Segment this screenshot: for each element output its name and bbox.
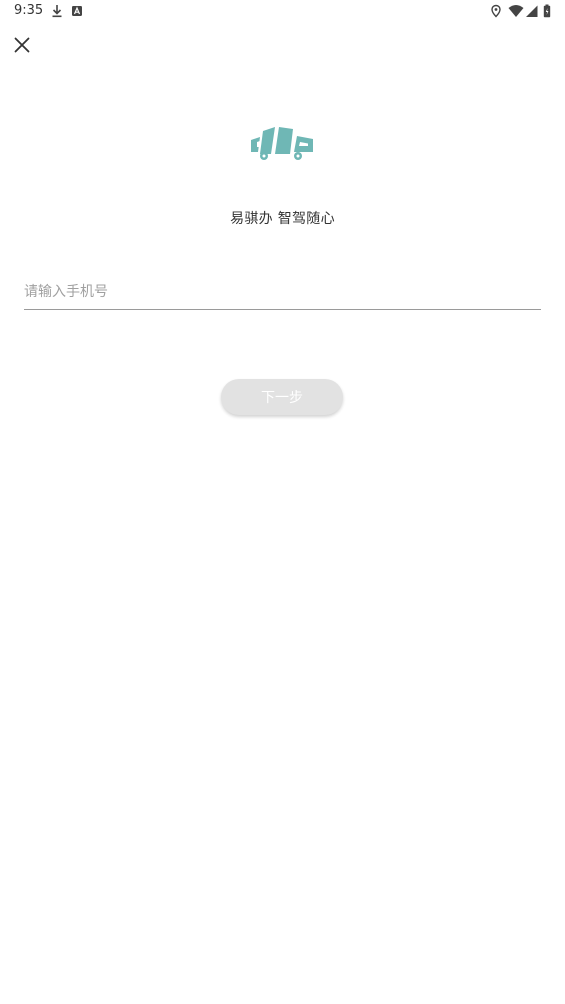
status-time: 9:35 (14, 3, 44, 18)
app-slogan: 易骐办 智驾随心 (230, 211, 335, 227)
phone-number-input[interactable] (24, 274, 541, 310)
battery-icon (543, 4, 551, 18)
signal-icon (526, 5, 538, 17)
next-step-button[interactable]: 下一步 (221, 379, 343, 415)
car-logo-icon (251, 127, 313, 160)
wifi-icon (508, 5, 524, 17)
status-bar: 9:35 (0, 0, 565, 24)
close-icon (14, 37, 30, 53)
download-icon (52, 5, 62, 18)
close-button[interactable] (10, 33, 34, 57)
location-icon (491, 4, 501, 18)
notification-a-icon (72, 6, 82, 16)
